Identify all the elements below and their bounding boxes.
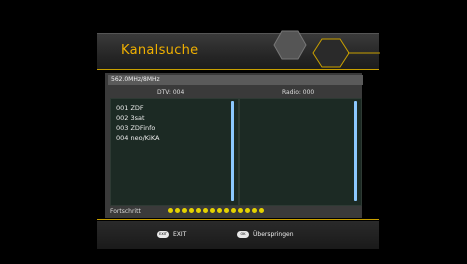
- progress-dot: [175, 208, 180, 213]
- progress-dot: [196, 208, 201, 213]
- progress-dot: [224, 208, 229, 213]
- progress-dot: [259, 208, 264, 213]
- skip-button[interactable]: OK Überspringen: [237, 231, 294, 238]
- page-title: Kanalsuche: [121, 43, 199, 58]
- exit-button[interactable]: EXIT EXIT: [157, 231, 186, 238]
- hexagon-decoration-icon: [273, 30, 380, 68]
- progress-dot: [252, 208, 257, 213]
- progress-dot: [217, 208, 222, 213]
- skip-label: Überspringen: [253, 231, 294, 238]
- progress-dot: [245, 208, 250, 213]
- tv-channel-list[interactable]: 001 ZDF 002 3sat 003 ZDFinfo 004 neo/KiKA: [110, 98, 239, 206]
- radio-list-scrollbar[interactable]: [354, 101, 357, 201]
- radio-channel-list[interactable]: [239, 98, 362, 206]
- tv-channel-item[interactable]: 001 ZDF: [111, 103, 238, 113]
- ok-key-icon: OK: [237, 231, 249, 238]
- progress-dot: [182, 208, 187, 213]
- exit-label: EXIT: [173, 231, 187, 238]
- dtv-count: DTV: 004: [157, 89, 185, 96]
- footer-bar: EXIT EXIT OK Überspringen: [97, 221, 379, 249]
- progress-dot: [168, 208, 173, 213]
- tv-channel-item[interactable]: 002 3sat: [111, 113, 238, 123]
- footer-divider: [97, 219, 379, 220]
- tv-screen: Kanalsuche 562.0MHz/8MHz DTV: 004 Radio:…: [0, 0, 467, 264]
- tv-channel-item[interactable]: 004 neo/KiKA: [111, 133, 238, 143]
- progress-label: Fortschritt: [110, 208, 141, 215]
- progress-dot: [203, 208, 208, 213]
- progress-indicator: [168, 208, 264, 213]
- tv-list-scrollbar[interactable]: [231, 101, 234, 201]
- exit-key-icon: EXIT: [157, 231, 169, 238]
- tv-channel-item[interactable]: 003 ZDFinfo: [111, 123, 238, 133]
- progress-dot: [210, 208, 215, 213]
- radio-count: Radio: 000: [282, 89, 315, 96]
- header-divider: [97, 69, 379, 70]
- progress-dot: [231, 208, 236, 213]
- progress-dot: [189, 208, 194, 213]
- frequency-readout: 562.0MHz/8MHz: [108, 75, 363, 85]
- progress-dot: [238, 208, 243, 213]
